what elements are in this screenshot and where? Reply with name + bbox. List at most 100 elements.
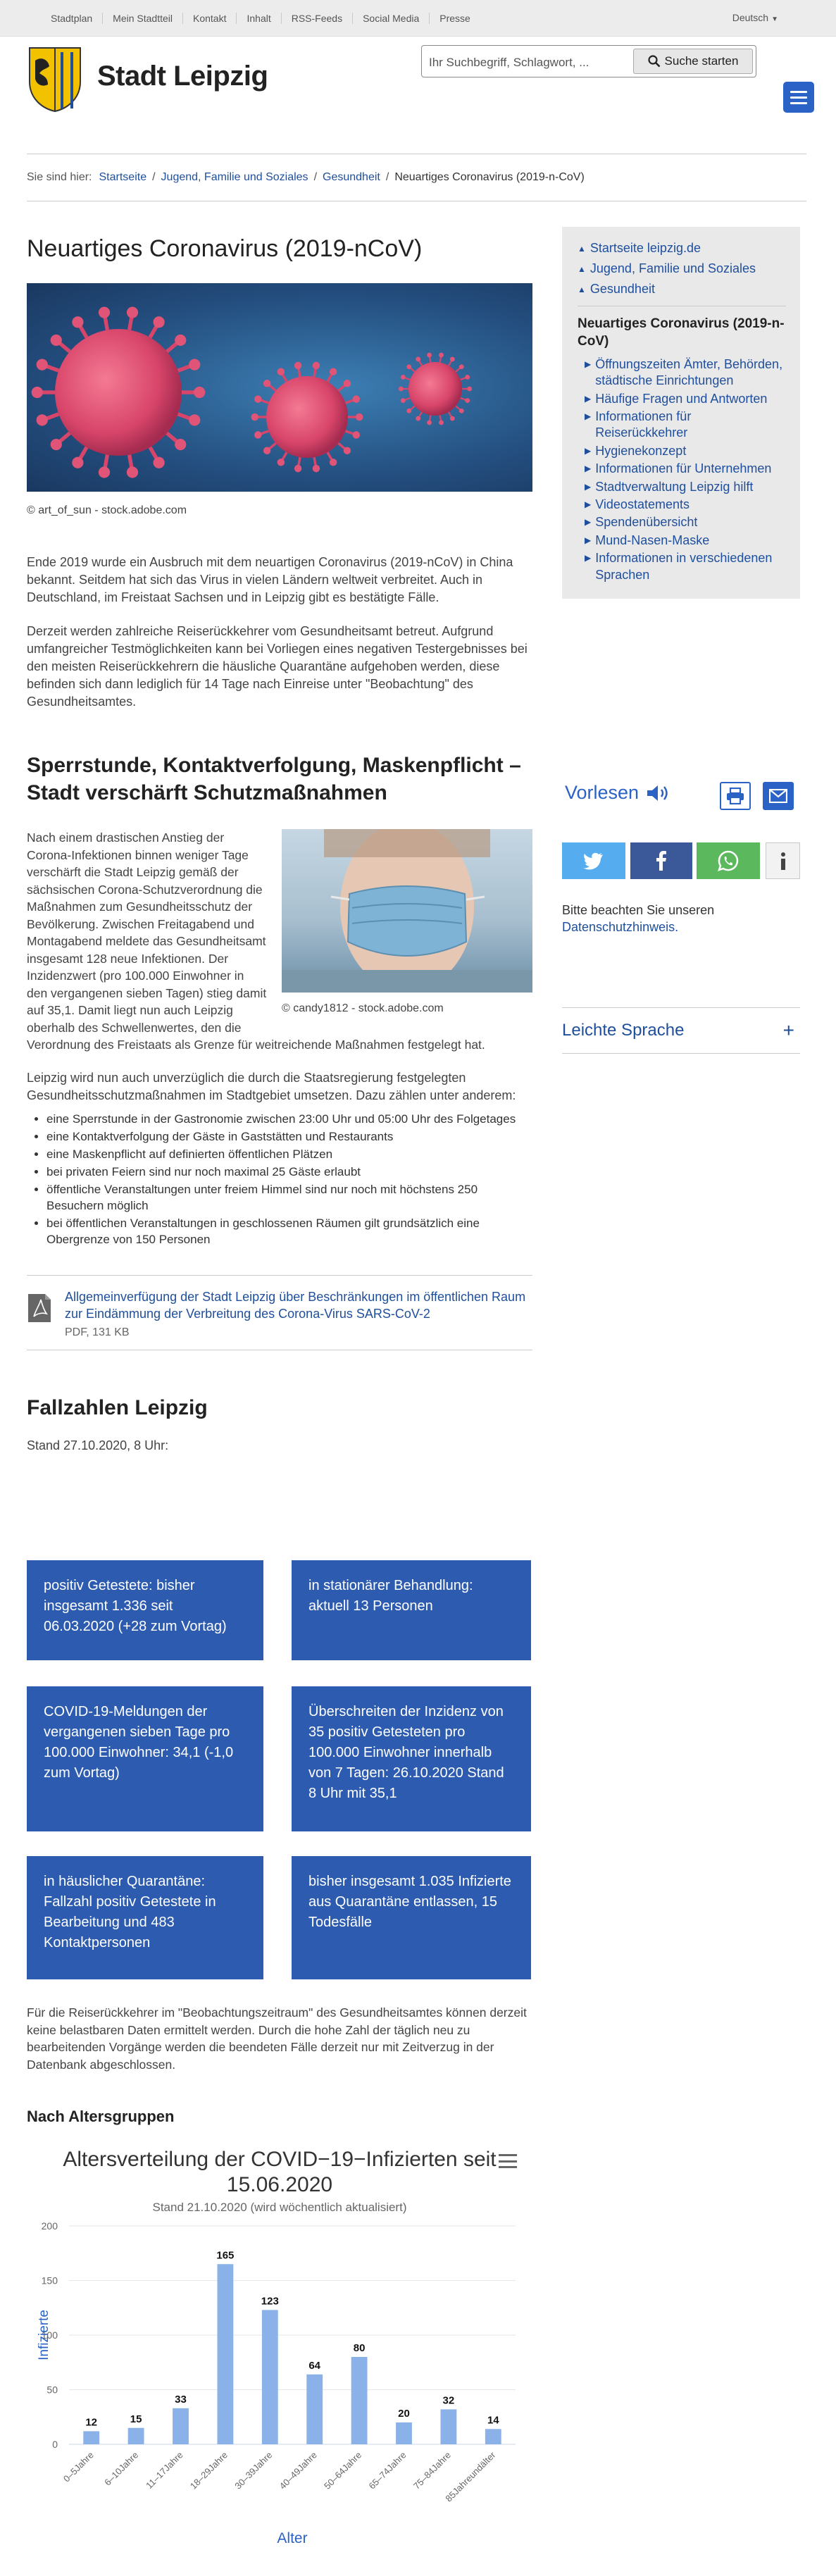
- print-button[interactable]: [720, 782, 751, 810]
- sidebar-sub-link[interactable]: ▶ Öffnungszeiten Ämter, Behörden, städtis…: [585, 356, 786, 390]
- hamburger-icon: [790, 90, 807, 93]
- top-link-6[interactable]: Presse: [430, 13, 480, 24]
- share-whatsapp-button[interactable]: [697, 842, 760, 879]
- search-button-label: Suche starten: [664, 54, 739, 68]
- main-content: Neuartiges Coronavirus (2019-nCoV) © art…: [27, 232, 532, 1455]
- sidebar-sub-link-label: Informationen für Unternehmen: [595, 461, 772, 476]
- arrow-up-icon: ▲: [578, 264, 586, 275]
- breadcrumb-jugend[interactable]: Jugend, Familie und Soziales: [161, 170, 308, 185]
- menu-button[interactable]: [783, 82, 814, 113]
- pdf-download-link[interactable]: Allgemeinverfügung der Stadt Leipzig übe…: [65, 1290, 525, 1321]
- breadcrumb-label: Sie sind hier:: [27, 170, 92, 183]
- bar-50–64Jahre: [351, 2357, 368, 2444]
- share-info-button[interactable]: [766, 842, 800, 879]
- search-icon: [647, 55, 660, 68]
- sidebar-sub-link[interactable]: ▶ Hygienekonzept: [585, 443, 786, 459]
- measure-item: eine Kontaktverfolgung der Gäste in Gast…: [46, 1129, 532, 1145]
- sidebar-up-link[interactable]: ▲ Startseite leipzig.de: [578, 239, 786, 257]
- measure-item: eine Sperrstunde in der Gastronomie zwis…: [46, 1112, 532, 1128]
- x-tick-label: 11–17Jahre: [144, 2450, 185, 2491]
- sidebar-sub-link[interactable]: ▶ Spendenübersicht: [585, 514, 786, 530]
- sidebar-sub-link[interactable]: ▶ Mund-Nasen-Maske: [585, 533, 786, 549]
- facebook-icon: [656, 851, 666, 871]
- share-facebook-button[interactable]: [630, 842, 692, 879]
- search-box: Ihr Suchbegriff, Schlagwort, ... Suche s…: [421, 45, 756, 77]
- bar-11–17Jahre: [173, 2408, 189, 2444]
- leichte-sprache-label: Leichte Sprache: [562, 1021, 685, 1040]
- speaker-icon: [647, 785, 668, 801]
- sidebar-sub-link-label: Videostatements: [595, 497, 690, 511]
- top-link-4[interactable]: RSS-Feeds: [282, 13, 354, 24]
- intro-paragraph-2: Derzeit werden zahlreiche Reiserückkehre…: [27, 623, 528, 709]
- x-tick-label: 65–74Jahre: [366, 2450, 408, 2491]
- arrow-up-icon: ▲: [578, 244, 586, 254]
- arrow-right-icon: ▶: [585, 393, 592, 404]
- bar-65–74Jahre: [396, 2422, 412, 2444]
- language-selector[interactable]: Deutsch ▼: [732, 11, 778, 25]
- breadcrumb: Sie sind hier: Startseite / Jugend, Fami…: [27, 154, 806, 201]
- sidebar-sub-link[interactable]: ▶ Videostatements: [585, 497, 786, 513]
- sidebar-sub-link[interactable]: ▶ Informationen für Unternehmen: [585, 461, 786, 477]
- sidebar-sub-link[interactable]: ▶ Informationen in verschiedenen Sprachen: [585, 550, 786, 583]
- email-icon: [769, 789, 787, 803]
- sidebar-up-link[interactable]: ▲ Gesundheit: [578, 280, 786, 298]
- x-axis-label: Alter: [277, 2530, 307, 2546]
- pdf-download[interactable]: Allgemeinverfügung der Stadt Leipzig übe…: [27, 1274, 532, 1350]
- x-tick-label: 18–29Jahre: [188, 2450, 230, 2491]
- search-button[interactable]: Suche starten: [633, 49, 753, 74]
- chart-plot: 050100150200120–5Jahre156–10Jahre3311–17…: [37, 2220, 516, 2546]
- arrow-right-icon: ▶: [585, 535, 592, 545]
- face-mask-illustration: [282, 829, 532, 993]
- data-label: 165: [216, 2249, 234, 2261]
- leichte-sprache-toggle[interactable]: Leichte Sprache +: [562, 1007, 800, 1054]
- x-tick-label: 0–5Jahre: [61, 2450, 96, 2484]
- sidebar-sub-link-label: Hygienekonzept: [595, 443, 687, 458]
- virus-illustration: [31, 306, 473, 478]
- privacy-link[interactable]: Datenschutzhinweis.: [562, 920, 678, 934]
- vorlesen-label: Vorlesen: [565, 782, 640, 803]
- y-tick-label: 50: [46, 2384, 58, 2396]
- share-twitter-button[interactable]: [562, 842, 625, 879]
- leipzig-coat-of-arms-logo[interactable]: [27, 45, 83, 113]
- sidebar-up-link[interactable]: ▲ Jugend, Familie und Soziales: [578, 260, 786, 278]
- measure-item: öffentliche Veranstaltungen unter freiem…: [46, 1182, 532, 1214]
- page-title: Neuartiges Coronavirus (2019-nCoV): [27, 235, 423, 262]
- top-link-5[interactable]: Social Media: [353, 13, 430, 24]
- arrow-right-icon: ▶: [585, 411, 592, 422]
- arrow-right-icon: ▶: [585, 359, 592, 369]
- sidebar-sub-link-label: Informationen für Reiserückkehrer: [595, 409, 692, 440]
- arrow-right-icon: ▶: [585, 463, 592, 474]
- sidebar-current-page: Neuartiges Coronavirus (2019-n-CoV): [578, 316, 785, 349]
- data-label: 20: [398, 2408, 410, 2420]
- arrow-right-icon: ▶: [585, 499, 592, 509]
- search-input[interactable]: Ihr Suchbegriff, Schlagwort, ...: [429, 54, 589, 71]
- bar-75–84Jahre: [440, 2409, 457, 2444]
- pdf-meta: PDF, 131 KB: [65, 1326, 130, 1339]
- data-label: 64: [308, 2360, 320, 2372]
- top-link-1[interactable]: Mein Stadtteil: [103, 13, 183, 24]
- sidebar-sub-link-label: Informationen in verschiedenen Sprachen: [595, 551, 773, 582]
- top-bar: Stadtplan Mein Stadtteil Kontakt Inhalt RSS-…: [0, 0, 836, 37]
- data-label: 14: [487, 2414, 499, 2426]
- top-link-3[interactable]: Inhalt: [237, 13, 282, 24]
- vorlesen-button[interactable]: Vorlesen: [565, 780, 673, 807]
- top-link-0[interactable]: Stadtplan: [41, 13, 104, 24]
- stat-box-incidence: COVID-19-Meldungen der vergangenen siebe…: [27, 1686, 263, 1831]
- sidebar-sub-link[interactable]: ▶ Informationen für Reiserückkehrer: [585, 409, 786, 442]
- sidebar-sub-link-label: Mund-Nasen-Maske: [595, 533, 710, 547]
- email-button[interactable]: [763, 782, 794, 810]
- chevron-down-icon: ▼: [771, 15, 778, 23]
- sidebar-nav: ▲ Startseite leipzig.de ▲ Jugend, Familie u…: [562, 227, 800, 599]
- bar-18–29Jahre: [217, 2264, 234, 2444]
- top-link-2[interactable]: Kontakt: [183, 13, 237, 24]
- top-links: Stadtplan Mein Stadtteil Kontakt Inhalt RSS-…: [41, 0, 480, 37]
- breadcrumb-gesundheit[interactable]: Gesundheit: [323, 170, 380, 185]
- breadcrumb-home[interactable]: Startseite: [99, 170, 147, 185]
- mask-image: [282, 829, 532, 993]
- data-label: 32: [443, 2394, 455, 2406]
- site-brand[interactable]: Stadt Leipzig: [97, 56, 268, 96]
- sidebar-sub-link[interactable]: ▶ Stadtverwaltung Leipzig hilft: [585, 479, 786, 495]
- language-label: Deutsch: [732, 12, 769, 23]
- sidebar-sub-link[interactable]: ▶ Häufige Fragen und Antworten: [585, 391, 786, 407]
- section-heading-fallzahlen: Fallzahlen Leipzig: [27, 1395, 208, 1419]
